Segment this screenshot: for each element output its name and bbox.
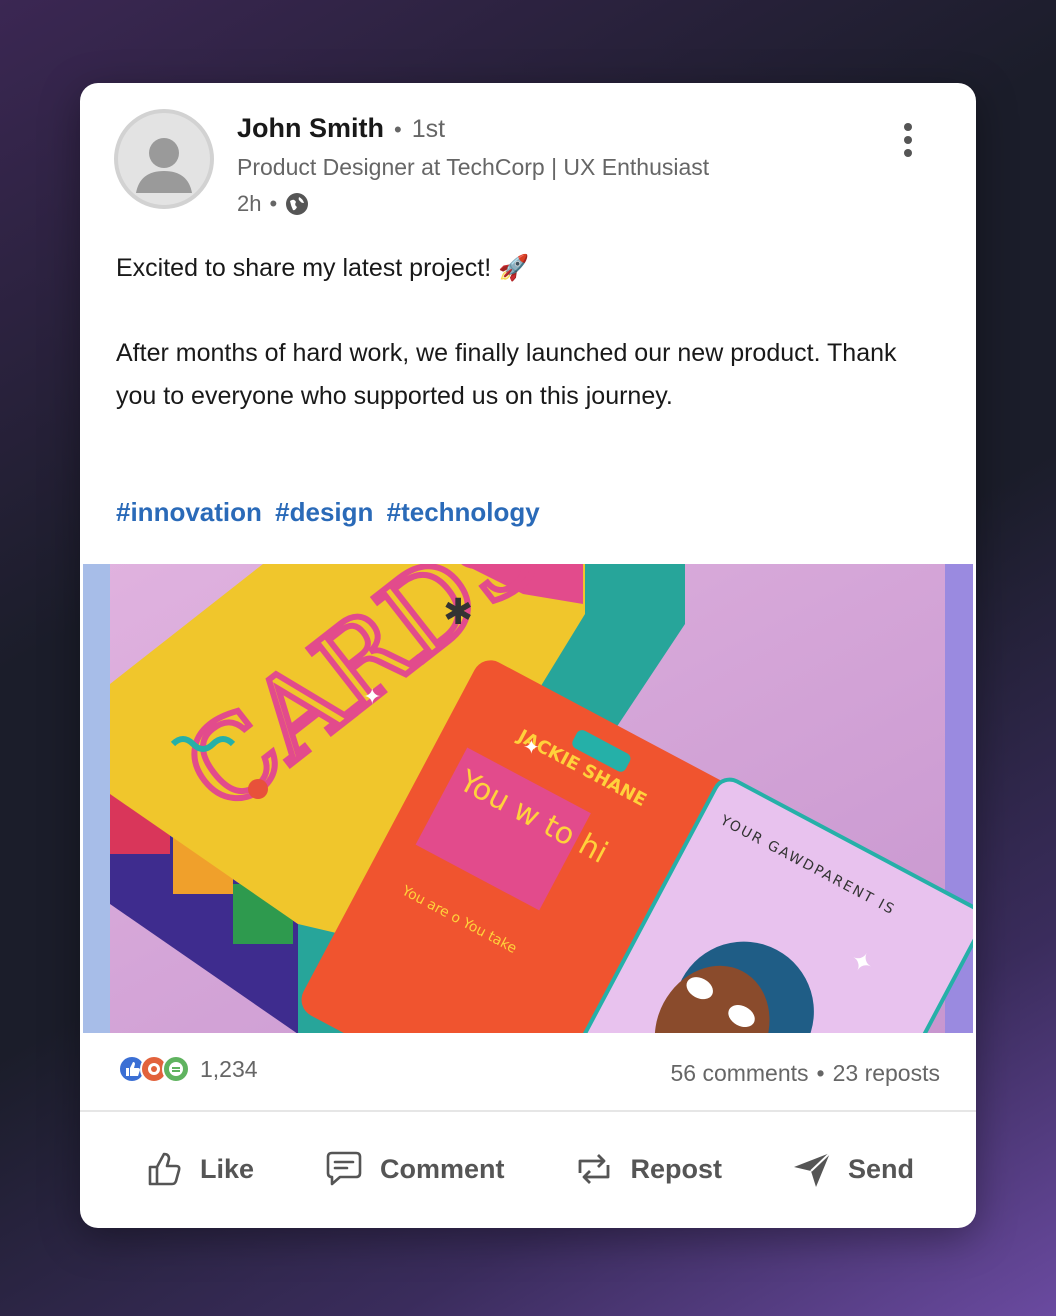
separator-dot: • — [394, 117, 402, 142]
post-text: Excited to share my latest project! 🚀 Af… — [116, 247, 936, 418]
reposts-count-link[interactable]: 23 reposts — [833, 1060, 940, 1087]
product-cards-illustration: CARDS ✱ JACKIE SHANE You w to hi You are… — [83, 564, 973, 1033]
separator-dot: • — [269, 191, 278, 216]
post-meta: 2h • — [237, 191, 709, 217]
comments-count-link[interactable]: 56 comments — [670, 1060, 808, 1087]
author-headline: Product Designer at TechCorp | UX Enthus… — [237, 154, 710, 180]
support-icon — [162, 1055, 190, 1083]
post-card: John Smith • 1st Product Designer at Tec… — [80, 83, 976, 1228]
author-info: John Smith • 1st Product Designer at Tec… — [237, 113, 709, 217]
user-placeholder-icon — [136, 138, 192, 193]
like-label: Like — [199, 1153, 255, 1184]
svg-text:✱: ✱ — [443, 592, 473, 633]
separator-dot: • — [816, 1060, 825, 1086]
hashtags: #innovation #design #technology — [116, 497, 546, 528]
reaction-count: 1,234 — [200, 1055, 258, 1082]
hashtag-link[interactable]: #technology — [387, 497, 540, 527]
connection-degree: 1st — [411, 115, 446, 143]
comment-button[interactable]: Comment — [322, 1147, 505, 1191]
more-options-button[interactable] — [896, 123, 920, 163]
hashtag-link[interactable]: #design — [275, 497, 373, 527]
author-name[interactable]: John Smith — [237, 113, 384, 144]
globe-icon — [286, 193, 309, 215]
repost-label: Repost — [630, 1153, 722, 1184]
comment-icon — [326, 1151, 362, 1186]
more-dot — [904, 136, 912, 144]
reactions-summary[interactable]: 1,234 — [118, 1055, 258, 1083]
post-time: 2h — [237, 191, 262, 216]
send-label: Send — [847, 1153, 914, 1184]
comment-label: Comment — [379, 1153, 505, 1184]
avatar[interactable] — [114, 109, 214, 209]
post-text-paragraph: After months of hard work, we finally la… — [116, 339, 897, 410]
post-header: John Smith • 1st Product Designer at Tec… — [80, 83, 976, 233]
hashtag-link[interactable]: #innovation — [116, 497, 262, 527]
send-button[interactable]: Send — [790, 1147, 914, 1191]
send-icon — [793, 1152, 831, 1187]
repost-button[interactable]: Repost — [572, 1147, 722, 1191]
post-text-line: Excited to share my latest project! 🚀 — [116, 254, 530, 282]
action-bar: Like Comment Repost Send — [80, 1132, 976, 1206]
more-dot — [904, 149, 912, 157]
like-button[interactable]: Like — [142, 1147, 254, 1191]
divider — [80, 1110, 976, 1112]
post-stats: 1,234 56 comments • 23 reposts — [80, 1051, 976, 1091]
repost-icon — [579, 1154, 610, 1184]
more-dot — [904, 123, 912, 131]
svg-text:✦: ✦ — [523, 737, 540, 759]
engagement-counts: 56 comments • 23 reposts — [670, 1060, 940, 1087]
svg-text:✦: ✦ — [363, 684, 381, 709]
post-image[interactable]: CARDS ✱ JACKIE SHANE You w to hi You are… — [83, 564, 973, 1033]
thumbs-up-icon — [148, 1152, 181, 1186]
